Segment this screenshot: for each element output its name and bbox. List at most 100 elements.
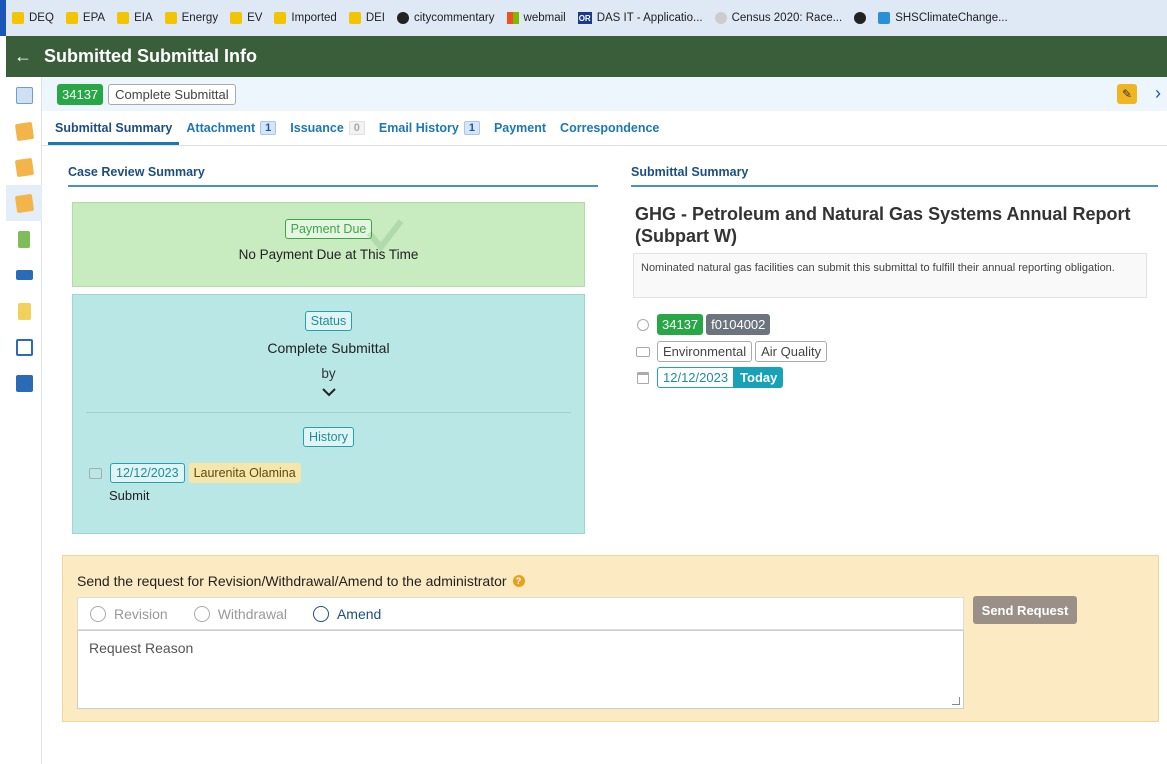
chevron-down-icon[interactable] (73, 385, 584, 400)
left-rail (6, 77, 42, 764)
history-date: 12/12/2023 (110, 463, 185, 483)
rail-item-drafts[interactable] (6, 149, 42, 185)
bookmark-globe[interactable] (854, 12, 867, 24)
folder-icon (230, 12, 243, 24)
chevron-right-icon[interactable]: › (1155, 83, 1161, 104)
radio-circle[interactable] (193, 605, 210, 622)
send-request-button[interactable]: Send Request (973, 596, 1077, 624)
history-label: History (303, 427, 354, 447)
folder-icon (117, 12, 130, 24)
bookmark-epa[interactable]: EPA (65, 12, 105, 24)
oregon-icon: OR (577, 12, 592, 24)
submittal-description: Nominated natural gas facilities can sub… (633, 253, 1147, 298)
submittal-id-badge: 34137 (57, 83, 104, 105)
bookmark-webmail[interactable]: webmail (506, 12, 566, 24)
bookmark-deq[interactable]: DEQ (12, 12, 54, 24)
radio-withdrawal[interactable]: Withdrawal (193, 605, 287, 622)
radio-revision[interactable]: Revision (90, 605, 168, 622)
monitor-search-icon (15, 338, 33, 356)
bookmark-census[interactable]: Census 2020: Race... (714, 12, 842, 24)
summary-id-badge: 34137 (657, 314, 704, 335)
notepad-new-icon (14, 121, 34, 141)
tab-bar: Submittal Summary Attachment 1 Issuance 0 … (42, 111, 1167, 146)
comment-icon (89, 467, 102, 479)
status-badge: Complete Submittal (108, 83, 236, 105)
date-row: 12/12/2023 Today (636, 367, 784, 388)
request-type-radio-group: Revision Withdrawal Amend (77, 597, 964, 630)
tab-payment[interactable]: Payment (487, 121, 553, 145)
bookmark-shs[interactable]: SHSClimateChange... (878, 12, 1008, 24)
history-action: Submit (109, 488, 150, 503)
rail-item-handshake[interactable] (6, 257, 42, 293)
request-panel: Send the request for Revision/Withdrawal… (62, 555, 1159, 722)
id-row: 34137 f0104002 (636, 314, 771, 335)
rail-item-documents[interactable] (6, 221, 42, 257)
bookmark-ev[interactable]: EV (230, 12, 262, 24)
payment-card: Payment Due No Payment Due at This Time (72, 202, 585, 287)
shs-icon (878, 12, 891, 24)
submittal-strip: 34137 Complete Submittal ✎ › (42, 77, 1167, 111)
tab-count: 1 (463, 121, 480, 135)
category-badge: Environmental (657, 341, 753, 362)
case-review-heading: Case Review Summary (68, 165, 598, 187)
checkmark-icon (366, 219, 404, 252)
edit-icon: ✎ (1121, 87, 1133, 101)
resize-handle-icon[interactable] (952, 697, 960, 705)
rail-item-reports[interactable] (6, 293, 42, 329)
dashboard-icon (15, 86, 33, 104)
history-entry: 12/12/2023 Laurenita Olamina (89, 463, 301, 483)
rail-item-dashboard[interactable] (6, 77, 42, 113)
tab-issuance[interactable]: Issuance 0 (283, 121, 372, 145)
app-header: ← Submitted Submittal Info (6, 36, 1167, 77)
folder-icon (274, 12, 287, 24)
status-card: Status Complete Submittal by History 12/… (72, 294, 585, 534)
folder-icon (12, 12, 24, 24)
radio-amend[interactable]: Amend (312, 605, 381, 622)
page-title: Submitted Submittal Info (44, 46, 257, 66)
rail-item-monitor[interactable] (6, 329, 42, 365)
bookmark-energy[interactable]: Energy (164, 12, 218, 24)
payment-due-label: Payment Due (284, 219, 373, 239)
status-text: Complete Submittal (267, 340, 390, 356)
notepad-icon (14, 193, 34, 213)
edit-button[interactable]: ✎ (1117, 84, 1137, 104)
bookmark-dei[interactable]: DEI (348, 12, 385, 24)
request-reason-textarea[interactable]: Request Reason (77, 630, 964, 709)
notepad-edit-icon (14, 157, 34, 177)
tab-count: 1 (260, 121, 277, 135)
bookmark-imported[interactable]: Imported (274, 12, 337, 24)
request-title: Send the request for Revision/Withdrawal… (77, 573, 525, 589)
census-icon (714, 12, 727, 24)
tab-email-history[interactable]: Email History 1 (372, 121, 487, 145)
radio-circle[interactable] (312, 605, 329, 622)
radio-circle[interactable] (90, 605, 106, 622)
by-text: by (321, 366, 336, 381)
submittal-summary-heading: Submittal Summary (631, 165, 1158, 187)
bookmark-citycommentary[interactable]: citycommentary (396, 12, 495, 24)
category-row: Environmental Air Quality (636, 341, 828, 362)
folder-icon (636, 345, 650, 359)
rail-item-briefcase[interactable] (6, 365, 42, 401)
bookmark-das-it[interactable]: OR DAS IT - Applicatio... (577, 12, 703, 24)
tab-correspondence[interactable]: Correspondence (553, 121, 666, 145)
tab-submittal-summary[interactable]: Submittal Summary (48, 121, 180, 145)
subcategory-badge: Air Quality (755, 341, 828, 362)
folder-icon (65, 12, 78, 24)
rail-item-new-submittal[interactable] (6, 113, 42, 149)
rail-item-submitted[interactable] (6, 185, 42, 221)
bookmark-eia[interactable]: EIA (117, 12, 153, 24)
folder-icon (164, 12, 177, 24)
tab-attachment[interactable]: Attachment 1 (179, 121, 283, 145)
payment-status-text: No Payment Due at This Time (238, 247, 419, 262)
microsoft-icon (506, 12, 519, 24)
submittal-date: 12/12/2023 (657, 367, 735, 388)
calendar-icon (636, 371, 650, 385)
back-arrow-icon[interactable]: ← (8, 46, 38, 67)
report-icon (17, 302, 31, 320)
briefcase-icon (15, 374, 33, 392)
help-icon[interactable]: ? (512, 575, 525, 587)
form-code-badge: f0104002 (706, 314, 771, 335)
handshake-icon (15, 270, 33, 280)
status-label: Status (304, 311, 353, 331)
bookmarks-bar: DEQ EPA EIA Energy EV Imported DEI cityc… (0, 0, 1167, 36)
